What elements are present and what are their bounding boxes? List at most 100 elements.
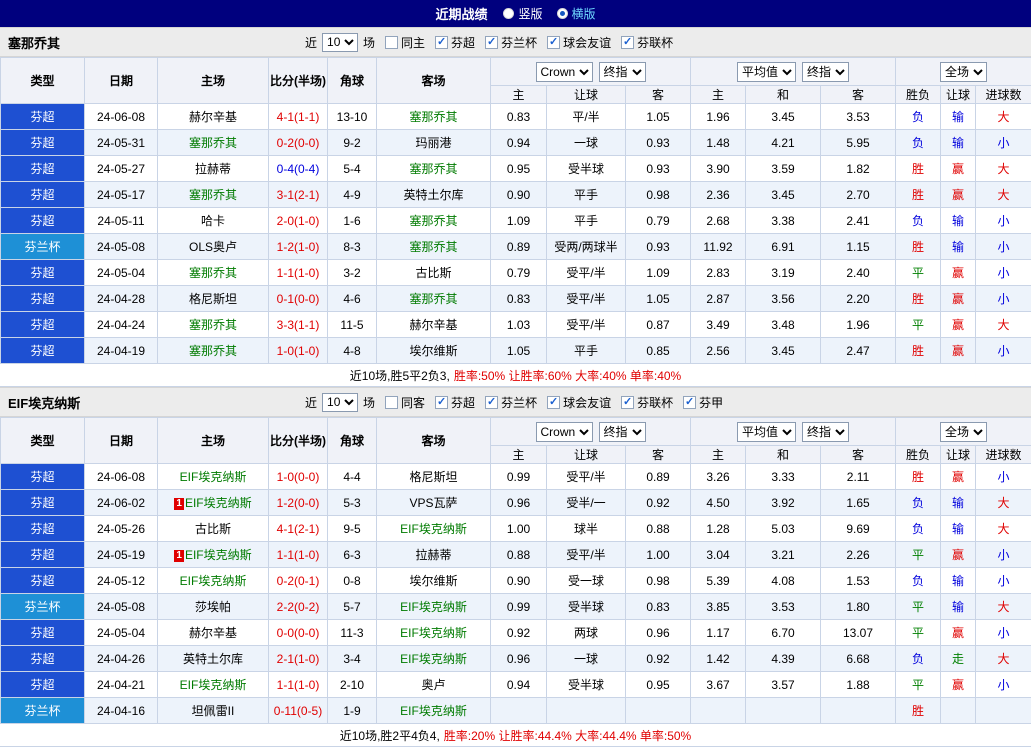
layout-option[interactable]: 竖版 (503, 5, 542, 22)
away-team[interactable]: 埃尔维斯 (377, 568, 491, 594)
final-odds-select[interactable]: 终指 (802, 62, 849, 82)
match-row: 芬超24-04-28格尼斯坦0-1(0-0)4-6塞那乔其0.83受平/半1.0… (1, 286, 1031, 312)
near-label: 近 (305, 34, 317, 51)
home-team[interactable]: EIF埃克纳斯 (158, 672, 269, 698)
match-date: 24-04-24 (85, 312, 158, 338)
filter-checkbox[interactable]: ✓芬联杯 (621, 34, 673, 51)
filter-checkbox[interactable]: ✓芬联杯 (621, 394, 673, 411)
home-team[interactable]: 塞那乔其 (158, 260, 269, 286)
average-select[interactable]: 平均值 (737, 422, 796, 442)
away-team[interactable]: 古比斯 (377, 260, 491, 286)
away-team[interactable]: EIF埃克纳斯 (377, 594, 491, 620)
away-team[interactable]: 赫尔辛基 (377, 312, 491, 338)
avg-draw: 3.53 (746, 594, 821, 620)
filter-checkbox[interactable]: ✓芬超 (435, 34, 475, 51)
corners: 9-2 (328, 130, 377, 156)
home-team[interactable]: 赫尔辛基 (158, 620, 269, 646)
away-team[interactable]: 塞那乔其 (377, 104, 491, 130)
result-handicap: 输 (941, 594, 976, 620)
match-date: 24-05-08 (85, 234, 158, 260)
home-team[interactable]: EIF埃克纳斯 (158, 464, 269, 490)
checkbox-icon: ✓ (683, 396, 696, 409)
home-team[interactable]: 塞那乔其 (158, 182, 269, 208)
away-team[interactable]: 塞那乔其 (377, 208, 491, 234)
home-team[interactable]: EIF埃克纳斯 (158, 568, 269, 594)
away-team[interactable]: 塞那乔其 (377, 234, 491, 260)
scope-select[interactable]: 全场 (940, 422, 987, 442)
filter-checkbox[interactable]: ✓球会友谊 (547, 34, 611, 51)
home-team[interactable]: 塞那乔其 (158, 130, 269, 156)
odds-handicap: 一球 (547, 646, 626, 672)
avg-home: 3.90 (691, 156, 746, 182)
league-badge: 芬超 (1, 620, 85, 646)
match-count-select[interactable]: 10 (322, 393, 358, 412)
sub-column-header: 主 (491, 86, 547, 104)
checkbox-label: 芬联杯 (637, 34, 673, 51)
filter-checkbox[interactable]: ✓芬超 (435, 394, 475, 411)
column-header: 主场 (158, 418, 269, 464)
layout-option[interactable]: 横版 (557, 5, 596, 22)
away-team[interactable]: EIF埃克纳斯 (377, 698, 491, 724)
league-badge: 芬超 (1, 490, 85, 516)
checkbox-icon: ✓ (485, 36, 498, 49)
filter-checkbox[interactable]: ✓芬兰杯 (485, 34, 537, 51)
filter-checkbox[interactable]: 同客 (385, 394, 425, 411)
avg-home: 1.42 (691, 646, 746, 672)
result-goals: 小 (976, 672, 1031, 698)
avg-draw: 3.45 (746, 182, 821, 208)
odds-handicap: 受平/半 (547, 286, 626, 312)
match-count-select[interactable]: 10 (322, 33, 358, 52)
filter-checkbox[interactable]: ✓芬甲 (683, 394, 723, 411)
average-select[interactable]: 平均值 (737, 62, 796, 82)
away-team[interactable]: 拉赫蒂 (377, 542, 491, 568)
home-team[interactable]: 1EIF埃克纳斯 (158, 490, 269, 516)
final-odds-select[interactable]: 终指 (599, 62, 646, 82)
away-team[interactable]: 英特土尔库 (377, 182, 491, 208)
avg-home: 2.56 (691, 338, 746, 364)
away-team[interactable]: 塞那乔其 (377, 156, 491, 182)
home-team[interactable]: 古比斯 (158, 516, 269, 542)
away-team[interactable]: EIF埃克纳斯 (377, 620, 491, 646)
avg-away: 2.26 (821, 542, 896, 568)
bookmaker-select[interactable]: Crown (536, 422, 593, 442)
final-odds-select[interactable]: 终指 (802, 422, 849, 442)
away-team[interactable]: VPS瓦萨 (377, 490, 491, 516)
odds-away: 1.09 (626, 260, 691, 286)
odds-home: 1.05 (491, 338, 547, 364)
filter-checkbox[interactable]: 同主 (385, 34, 425, 51)
match-row: 芬超24-06-021EIF埃克纳斯1-2(0-0)5-3VPS瓦萨0.96受半… (1, 490, 1031, 516)
result-winlose: 胜 (896, 338, 941, 364)
away-team[interactable]: 埃尔维斯 (377, 338, 491, 364)
away-team[interactable]: EIF埃克纳斯 (377, 516, 491, 542)
home-team[interactable]: 坦佩雷II (158, 698, 269, 724)
away-team[interactable]: EIF埃克纳斯 (377, 646, 491, 672)
home-team[interactable]: 塞那乔其 (158, 338, 269, 364)
match-row: 芬超24-05-04塞那乔其1-1(1-0)3-2古比斯0.79受平/半1.09… (1, 260, 1031, 286)
scope-select[interactable]: 全场 (940, 62, 987, 82)
away-team[interactable]: 塞那乔其 (377, 286, 491, 312)
odds-away: 0.87 (626, 312, 691, 338)
filter-checkbox[interactable]: ✓芬兰杯 (485, 394, 537, 411)
column-header: 客场 (377, 58, 491, 104)
home-team[interactable]: 哈卡 (158, 208, 269, 234)
sub-column-header: 让球 (941, 446, 976, 464)
away-team[interactable]: 玛丽港 (377, 130, 491, 156)
home-team[interactable]: 1EIF埃克纳斯 (158, 542, 269, 568)
home-team[interactable]: 莎埃帕 (158, 594, 269, 620)
team-section: EIF埃克纳斯近10场同客✓芬超✓芬兰杯✓球会友谊✓芬联杯✓芬甲类型日期主场比分… (0, 387, 1031, 747)
final-odds-select[interactable]: 终指 (599, 422, 646, 442)
home-team[interactable]: 拉赫蒂 (158, 156, 269, 182)
bookmaker-select[interactable]: Crown (536, 62, 593, 82)
filter-checkbox[interactable]: ✓球会友谊 (547, 394, 611, 411)
match-date: 24-04-16 (85, 698, 158, 724)
home-team[interactable]: OLS奥卢 (158, 234, 269, 260)
home-team[interactable]: 塞那乔其 (158, 312, 269, 338)
home-team[interactable]: 英特土尔库 (158, 646, 269, 672)
away-team[interactable]: 奥卢 (377, 672, 491, 698)
radio-label: 竖版 (518, 5, 542, 22)
avg-home: 1.48 (691, 130, 746, 156)
home-team[interactable]: 格尼斯坦 (158, 286, 269, 312)
home-team[interactable]: 赫尔辛基 (158, 104, 269, 130)
away-team[interactable]: 格尼斯坦 (377, 464, 491, 490)
avg-home: 2.68 (691, 208, 746, 234)
